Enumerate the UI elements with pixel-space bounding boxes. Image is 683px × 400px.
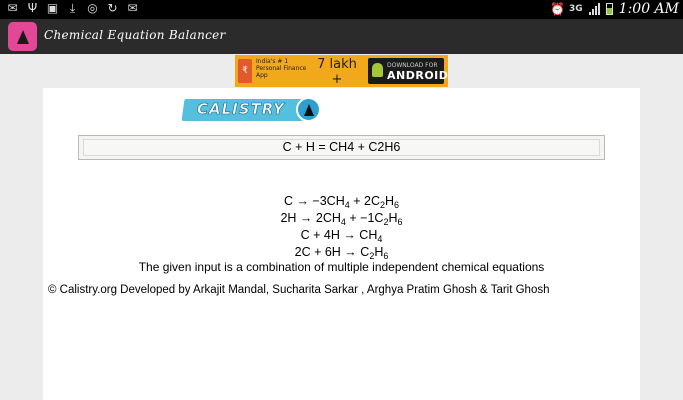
ad-banner[interactable]: ₹ India's # 1 Personal Finance App 7 lak… [235,55,448,99]
alarm-icon: ⏰ [550,1,565,16]
equation-line-1: C → −3CH4 + 2C2H6 [283,194,400,210]
whatsapp-icon: ◎ [87,1,98,15]
image-icon: ▣ [46,1,59,15]
usb-icon: Ψ [27,1,38,15]
signal-icon [588,3,600,15]
status-bar: ✉ Ψ ▣ ⤓ ◎ ↻ ✉ ⏰ 3G 1:00 AM [0,0,683,19]
messenger-icon: ✉ [7,1,18,15]
sync-icon: ↻ [107,1,118,15]
equation-input[interactable]: C + H = CH4 + C2H6 [78,135,605,160]
ad-logo-icon: ₹ [238,59,252,83]
balanced-equations: C → −3CH4 + 2C2H6 2H → 2CH4 + −1C2H6 C +… [43,193,640,261]
logo-text: CALISTRY [197,100,285,119]
app-title: Chemical Equation Balancer [44,28,226,42]
notification-icons: ✉ Ψ ▣ ⤓ ◎ ↻ ✉ [6,2,139,15]
logo-flask-icon [296,97,321,122]
equation-line-2: 2H → 2CH4 + −1C2H6 [280,211,403,227]
mail-icon: ✉ [127,1,138,15]
flask-icon [16,29,29,44]
android-icon [372,63,383,77]
app-icon[interactable] [8,22,37,51]
battery-icon [605,3,613,15]
calistry-logo: CALISTRY [181,97,323,125]
ad-download-button[interactable]: DOWNLOAD FOR ANDROID [368,58,448,84]
action-bar: Chemical Equation Balancer [0,19,683,54]
equation-line-3: C + 4H → CH4 [300,228,383,244]
status-right: ⏰ 3G 1:00 AM [550,1,679,17]
result-note: The given input is a combination of mult… [138,260,545,274]
footer-credits: © Calistry.org Developed by Arkajit Mand… [48,284,550,296]
clock: 1:00 AM [618,1,679,17]
equation-line-4: 2C + 6H → C2H6 [294,245,389,261]
download-icon: ⤓ [69,1,76,15]
ad-tagline: India's # 1 Personal Finance App [256,58,307,79]
network-type: 3G [569,4,583,14]
ad-button-top: DOWNLOAD FOR [387,62,438,69]
equation-input-value: C + H = CH4 + C2H6 [282,140,401,154]
ad-headline-number: 7 lakh + [317,57,357,87]
ad-button-label: ANDROID [387,69,449,82]
